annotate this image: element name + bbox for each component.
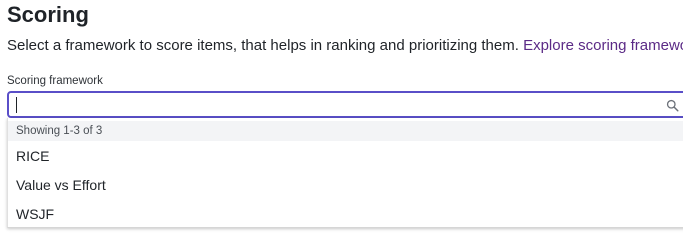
scoring-framework-dropdown: Showing 1-3 of 3 RICE Value vs Effort WS… [7,118,683,228]
option-label: Value vs Effort [16,177,106,193]
option-wsjf[interactable]: WSJF [8,200,683,228]
page-title: Scoring [7,2,89,27]
description-text: Select a framework to score items, that … [7,37,519,54]
page-description: Select a framework to score items, that … [7,37,683,55]
option-value-vs-effort[interactable]: Value vs Effort [8,171,683,199]
results-status: Showing 1-3 of 3 [8,121,683,141]
scoring-framework-combobox[interactable] [7,91,683,118]
scoring-page: Scoring Select a framework to score item… [0,0,683,234]
scoring-framework-label: Scoring framework [7,75,103,87]
option-label: WSJF [16,206,55,222]
scoring-framework-input[interactable] [15,96,655,114]
search-icon [666,99,679,112]
option-rice[interactable]: RICE [8,142,683,170]
text-cursor [16,97,17,113]
explore-frameworks-link[interactable]: Explore scoring frameworks [523,37,683,54]
option-label: RICE [16,148,50,164]
results-count: Showing 1-3 of 3 [16,125,103,137]
